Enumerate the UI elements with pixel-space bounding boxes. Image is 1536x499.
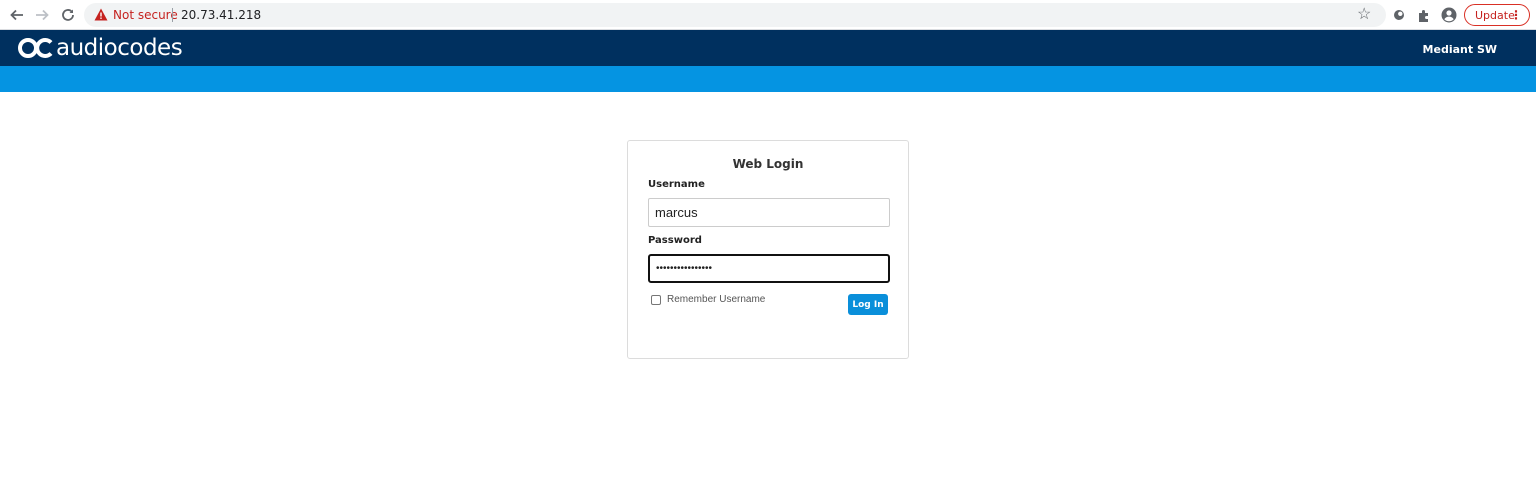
extension-circle-icon[interactable] [1389, 5, 1409, 25]
password-label: Password [648, 235, 702, 246]
password-masked-value: •••••••••••••••• [656, 263, 713, 274]
back-arrow-icon[interactable] [7, 5, 27, 25]
username-field[interactable] [648, 198, 890, 227]
audiocodes-logo-icon [18, 38, 53, 58]
audiocodes-logo: audiocodes [18, 35, 183, 61]
app-header: audiocodes [0, 30, 1536, 66]
logo-wordmark: audiocodes [56, 35, 183, 61]
log-in-button[interactable]: Log In [848, 294, 888, 315]
update-button[interactable]: Update ⋮ [1464, 4, 1530, 26]
extensions-puzzle-icon[interactable] [1414, 5, 1434, 25]
omnibox-divider [172, 8, 173, 22]
login-title: Web Login [732, 157, 804, 171]
address-bar[interactable] [84, 3, 1386, 27]
remember-username-checkbox[interactable] [651, 294, 661, 305]
profile-avatar-icon[interactable] [1439, 5, 1459, 25]
header-accent-bar [0, 66, 1536, 92]
username-label: Username [648, 179, 705, 190]
reload-icon[interactable] [58, 5, 78, 25]
password-field[interactable]: •••••••••••••••• [648, 254, 890, 283]
login-panel: Web Login Username Password ••••••••••••… [627, 140, 909, 359]
forward-arrow-icon[interactable] [32, 5, 52, 25]
browser-menu-icon[interactable]: ⋮ [1510, 8, 1522, 22]
remember-username-label[interactable]: Remember Username [667, 294, 765, 305]
bookmark-star-icon[interactable]: ☆ [1357, 6, 1371, 24]
warning-icon [94, 8, 108, 21]
update-label: Update [1475, 8, 1515, 22]
product-name: Mediant SW [1422, 43, 1497, 56]
browser-toolbar: Not secure 20.73.41.218 ☆ Update ⋮ [0, 0, 1536, 30]
remember-username-option[interactable]: Remember Username [651, 294, 765, 305]
url-text[interactable]: 20.73.41.218 [181, 8, 261, 22]
security-status[interactable]: Not secure [113, 8, 178, 22]
